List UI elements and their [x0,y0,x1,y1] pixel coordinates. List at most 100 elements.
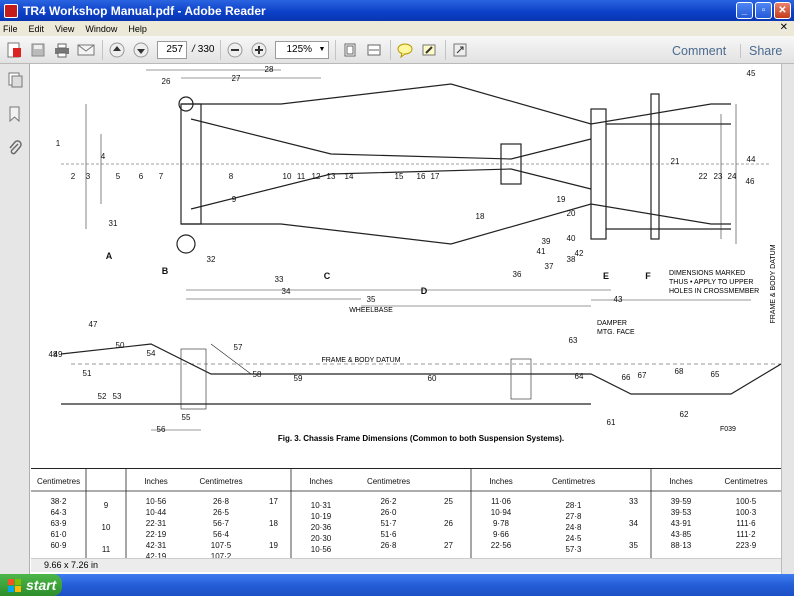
toolbar-separator [335,39,337,60]
table-cell: 43·85 [671,530,692,539]
expand-icon[interactable] [450,40,470,60]
svg-text:39: 39 [542,237,551,246]
svg-text:58: 58 [253,370,262,379]
table-cell: 64·3 [50,508,67,517]
page-thumbnails-icon[interactable] [7,72,23,88]
menu-edit[interactable]: Edit [29,24,45,34]
svg-text:47: 47 [89,320,98,329]
table-cell: 20·36 [311,523,332,532]
svg-text:51: 51 [83,369,92,378]
svg-text:5: 5 [116,172,121,181]
svg-text:21: 21 [671,157,680,166]
label-c: C [324,271,331,281]
svg-text:16: 16 [417,172,426,181]
zoom-out-icon[interactable] [225,40,245,60]
svg-text:22: 22 [699,172,708,181]
svg-text:18: 18 [476,212,485,221]
table-cell: 17 [269,497,278,506]
label-a: A [106,251,113,261]
table-cell: 35 [629,541,638,550]
table-cell: 56·7 [213,519,230,528]
svg-text:62: 62 [680,410,689,419]
attachments-icon[interactable] [7,140,23,156]
svg-text:8: 8 [229,172,234,181]
table-cell: 18 [269,519,278,528]
save-icon[interactable] [28,40,48,60]
create-pdf-icon[interactable] [4,40,24,60]
fit-page-icon[interactable] [340,40,360,60]
table-cell: 26·2 [380,497,397,506]
title-bar: TR4 Workshop Manual.pdf - Adobe Reader _… [0,0,794,21]
toolbar-separator [220,39,222,60]
svg-text:41: 41 [537,247,546,256]
menu-file[interactable]: File [3,24,18,34]
svg-text:54: 54 [147,349,156,358]
document-page: 26 27 28 123 456 789 10 11 12 13 14 15 16 17 18 … [31,64,781,558]
taskbar [0,574,794,596]
table-cell: 43·91 [671,519,692,528]
svg-text:13: 13 [327,172,336,181]
svg-text:67: 67 [638,371,647,380]
windows-logo-icon [8,578,21,592]
svg-text:35: 35 [367,295,376,304]
table-cell: 63·9 [50,519,67,528]
zoom-level-select[interactable]: 125% ▼ [275,40,330,59]
share-button[interactable]: Share [740,44,782,58]
svg-text:45: 45 [747,69,756,78]
start-button[interactable]: start [0,574,62,596]
print-icon[interactable] [52,40,72,60]
next-page-icon[interactable] [131,40,151,60]
note-line-3: HOLES IN CROSSMEMBER [669,288,759,295]
bookmarks-icon[interactable] [7,106,23,123]
table-cell: 10·31 [311,501,332,510]
table-header: Centimetres [552,477,595,486]
zoom-in-icon[interactable] [249,40,269,60]
svg-text:63: 63 [569,336,578,345]
table-cell: 39·53 [671,508,692,517]
table-cell: 26 [444,519,453,528]
minimize-button[interactable]: _ [736,2,753,19]
previous-page-icon[interactable] [107,40,127,60]
svg-text:46: 46 [746,177,755,186]
svg-text:52: 52 [98,392,107,401]
table-cell: 11·06 [491,497,511,506]
svg-text:37: 37 [545,262,554,271]
svg-text:66: 66 [622,373,631,382]
svg-text:65: 65 [711,370,720,379]
svg-text:44: 44 [747,155,756,164]
vertical-scrollbar[interactable] [781,64,794,574]
fit-width-icon[interactable] [364,40,384,60]
svg-text:55: 55 [182,413,191,422]
svg-text:27: 27 [232,74,241,83]
close-document-icon[interactable]: ✕ [780,22,788,33]
svg-text:50: 50 [116,341,125,350]
svg-text:26: 26 [162,77,171,86]
horizontal-scrollbar[interactable] [31,558,781,572]
email-icon[interactable] [76,40,96,60]
table-cell: 42·31 [146,541,167,550]
maximize-button[interactable]: ▫ [755,2,772,19]
menu-bar: File Edit View Window Help ✕ [0,21,794,36]
page-number-input[interactable]: 257 [157,40,187,59]
close-button[interactable]: ✕ [774,2,791,19]
toolbar-separator [102,39,103,60]
menu-window[interactable]: Window [85,24,117,34]
table-header: Centimetres [37,477,80,486]
table-cell: 56·4 [213,530,230,539]
comment-button[interactable]: Comment [672,44,726,58]
highlight-icon[interactable] [419,40,439,60]
svg-text:14: 14 [345,172,354,181]
table-cell: 9 [104,501,109,510]
damper-face-label: MTG. FACE [597,329,635,336]
table-cell: 25 [444,497,453,506]
table-cell: 100·3 [736,508,757,517]
menu-help[interactable]: Help [128,24,147,34]
chassis-frame-drawing: 26 2728 12 3 45 6 7 89 10 11 12 13 14 15 16 1718 … [49,65,781,443]
wheelbase-label: WHEELBASE [349,307,393,314]
sticky-note-icon[interactable] [395,40,415,60]
menu-view[interactable]: View [55,24,74,34]
svg-text:17: 17 [431,172,440,181]
svg-text:3: 3 [86,172,91,181]
svg-text:15: 15 [395,172,404,181]
table-cell: 10·19 [311,512,332,521]
